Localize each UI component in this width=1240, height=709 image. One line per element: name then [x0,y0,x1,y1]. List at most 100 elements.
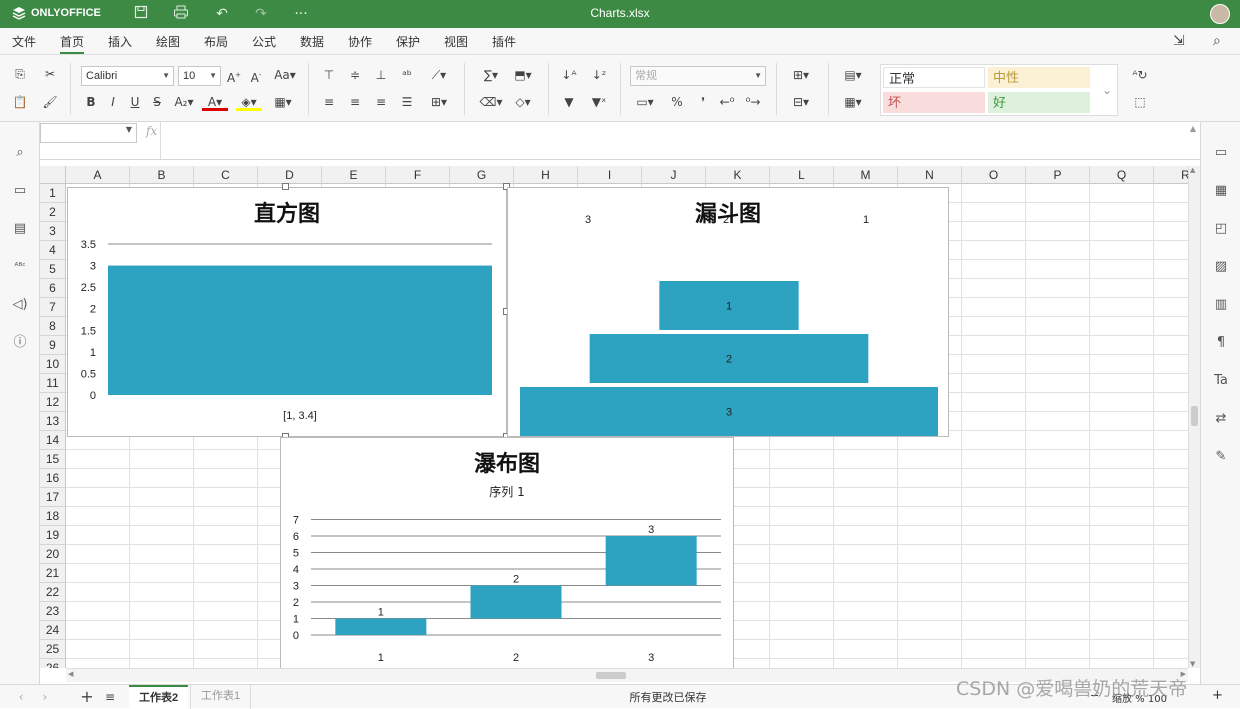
column-header-G[interactable]: G [450,166,514,184]
table-settings-icon[interactable]: ▦ [1212,182,1230,200]
format-painter-icon[interactable]: 🖌 [41,93,59,111]
column-header-J[interactable]: J [642,166,706,184]
column-header-L[interactable]: L [770,166,834,184]
styles-expand-icon[interactable]: ⌄ [1098,81,1116,99]
wrap-text-icon[interactable]: ᵃᵇ [398,66,416,84]
waterfall-chart[interactable]: 瀑布图 序列 1 01234567112233 [280,437,734,668]
about-icon[interactable]: ⓘ [11,334,29,352]
row-header-4[interactable]: 4 [40,241,66,260]
tab-formula[interactable]: 公式 [252,33,276,50]
column-header-K[interactable]: K [706,166,770,184]
row-header-21[interactable]: 21 [40,564,66,583]
column-header-O[interactable]: O [962,166,1026,184]
row-header-26[interactable]: 26 [40,659,66,668]
justify-icon[interactable]: ☰ [398,93,416,111]
vertical-scrollbar[interactable]: ▲ ▼ [1188,166,1200,668]
pivot-settings-icon[interactable]: ⇄ [1212,410,1230,428]
row-header-20[interactable]: 20 [40,545,66,564]
row-header-18[interactable]: 18 [40,507,66,526]
fx-icon[interactable]: fx [146,124,157,138]
increase-decimal-icon[interactable]: ⁰→ [744,93,762,111]
column-header-A[interactable]: A [66,166,130,184]
row-header-15[interactable]: 15 [40,450,66,469]
spreadsheet-grid[interactable]: ABCDEFGHIJKLMNOPQR 1 2 3 4 5 6 7 8 9 10 11 12 13 14 15… [40,160,1188,668]
sum-icon[interactable]: ∑▾ [478,66,504,84]
column-header-P[interactable]: P [1026,166,1090,184]
decrease-decimal-icon[interactable]: ←⁰ [718,93,736,111]
row-header-11[interactable]: 11 [40,374,66,393]
clear-filter-icon[interactable]: ▼ˣ [590,93,608,111]
column-header-C[interactable]: C [194,166,258,184]
underline-icon[interactable]: U [126,93,144,111]
spellcheck-icon[interactable]: ᴬᴮᶜ [11,258,29,276]
percent-icon[interactable]: % [668,93,686,111]
cell-settings-icon[interactable]: ▭ [1212,144,1230,162]
increase-font-icon[interactable]: A+ [225,66,243,85]
tab-collaborate[interactable]: 协作 [348,33,372,50]
sort-descending-icon[interactable]: ↓ᶻ [590,66,608,84]
insert-cells-icon[interactable]: ⊞▾ [788,66,814,84]
style-good[interactable]: 好 [988,92,1090,113]
row-header-17[interactable]: 17 [40,488,66,507]
column-header-R[interactable]: R [1154,166,1188,184]
filter-icon[interactable]: ▼ [560,93,578,111]
open-location-icon[interactable]: ⇲ [1173,33,1185,49]
column-header-H[interactable]: H [514,166,578,184]
select-all-corner[interactable] [40,166,66,184]
cut-icon[interactable]: ✂ [41,65,59,83]
column-header-N[interactable]: N [898,166,962,184]
font-name-select[interactable]: Calibri ▼ [81,66,174,86]
row-header-14[interactable]: 14 [40,431,66,450]
row-header-19[interactable]: 19 [40,526,66,545]
number-format-select[interactable]: 常规 ▼ [630,66,766,86]
search-icon[interactable]: ⌕ [1213,33,1221,49]
column-header-Q[interactable]: Q [1090,166,1154,184]
row-header-5[interactable]: 5 [40,260,66,279]
row-header-10[interactable]: 10 [40,355,66,374]
conditional-format-icon[interactable]: ▤▾ [840,66,866,84]
align-center-icon[interactable]: ≡ [346,93,364,111]
column-header-M[interactable]: M [834,166,898,184]
funnel-chart[interactable]: 123321 漏斗图 [507,187,949,437]
tab-draw[interactable]: 绘图 [156,33,180,50]
paragraph-settings-icon[interactable]: ¶ [1212,334,1230,352]
tab-plugins[interactable]: 插件 [492,33,516,50]
replace-icon[interactable]: ᴬ↻ [1131,66,1149,84]
tab-data[interactable]: 数据 [300,33,324,50]
italic-icon[interactable]: I [104,93,122,111]
signature-settings-icon[interactable]: ✎ [1212,448,1230,466]
row-header-13[interactable]: 13 [40,412,66,431]
tab-insert[interactable]: 插入 [108,33,132,50]
decrease-font-icon[interactable]: A- [247,66,265,85]
strikethrough-icon[interactable]: S [148,93,166,111]
user-avatar[interactable] [1210,4,1230,24]
column-header-B[interactable]: B [130,166,194,184]
tab-protect[interactable]: 保护 [396,33,420,50]
delete-cells-icon[interactable]: ⊟▾ [788,93,814,111]
name-box[interactable]: ▼ [40,123,137,143]
font-size-select[interactable]: 10 ▼ [178,66,221,86]
font-color-icon[interactable]: A▾ [202,93,228,111]
align-middle-icon[interactable]: ≑ [346,66,364,84]
find-icon[interactable]: ⌕ [11,144,29,162]
column-header-I[interactable]: I [578,166,642,184]
row-header-1[interactable]: 1 [40,184,66,203]
comments-icon[interactable]: ▭ [11,182,29,200]
copy-icon[interactable]: ⎘ [11,65,29,83]
change-case-icon[interactable]: Aa▾ [272,66,298,84]
row-header-6[interactable]: 6 [40,279,66,298]
resize-handle[interactable] [282,183,289,190]
align-right-icon[interactable]: ≡ [372,93,390,111]
format-as-table-icon[interactable]: ▦▾ [840,93,866,111]
row-header-9[interactable]: 9 [40,336,66,355]
column-header-E[interactable]: E [322,166,386,184]
tab-view[interactable]: 视图 [444,33,468,50]
align-left-icon[interactable]: ≡ [320,93,338,111]
row-header-7[interactable]: 7 [40,298,66,317]
align-top-icon[interactable]: ⊤ [320,66,338,84]
style-bad[interactable]: 坏 [883,92,985,113]
image-settings-icon[interactable]: ▨ [1212,258,1230,276]
paste-icon[interactable]: 📋 [11,93,29,111]
column-header-D[interactable]: D [258,166,322,184]
clear-icon[interactable]: ◇▾ [510,93,536,111]
